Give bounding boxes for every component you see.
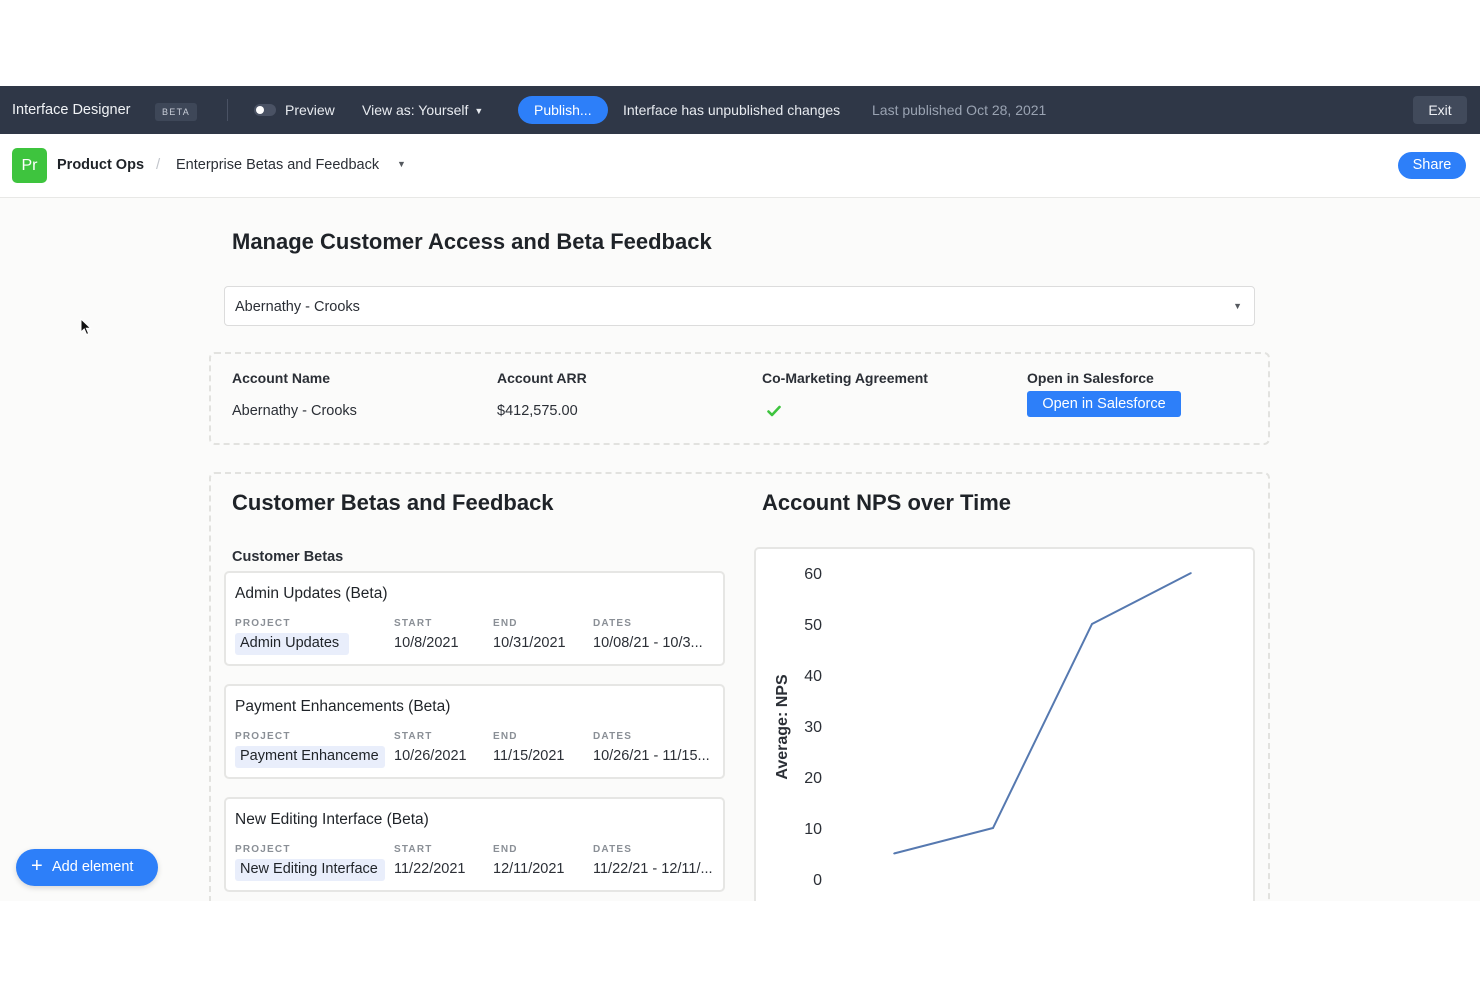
publish-button[interactable]: Publish... <box>518 96 608 124</box>
start-label: START <box>394 731 433 742</box>
start-value: 11/22/2021 <box>394 861 466 877</box>
beta-card-title: New Editing Interface (Beta) <box>235 811 429 828</box>
app-title: Interface Designer <box>12 102 131 118</box>
dates-value: 10/26/21 - 11/15... <box>593 748 710 764</box>
dates-value: 11/22/21 - 12/11/... <box>593 861 713 877</box>
beta-badge: BETA <box>155 103 198 121</box>
preview-label[interactable]: Preview <box>285 102 335 118</box>
dates-label: DATES <box>593 731 633 742</box>
betas-section-title: Customer Betas and Feedback <box>232 490 554 515</box>
customer-betas-label: Customer Betas <box>232 549 344 565</box>
nps-data-point <box>1091 623 1093 625</box>
project-label: PROJECT <box>235 844 291 855</box>
share-button[interactable]: Share <box>1398 152 1466 179</box>
end-value: 11/15/2021 <box>493 748 565 764</box>
end-label: END <box>493 844 518 855</box>
y-tick-label: 40 <box>804 668 822 685</box>
account-name-label: Account Name <box>232 370 331 386</box>
add-element-button[interactable]: + Add element <box>16 849 158 886</box>
record-selector-value: Abernathy - Crooks <box>235 299 360 315</box>
chevron-down-icon: ▼ <box>474 106 484 116</box>
breadcrumb-separator: / <box>156 156 161 173</box>
nps-data-point <box>992 827 994 829</box>
co-marketing-label: Co-Marketing Agreement <box>762 370 928 386</box>
start-value: 10/8/2021 <box>394 635 459 651</box>
nps-data-point <box>893 852 895 855</box>
nps-chart-svg: Average: NPS 0 10 20 30 40 50 60 <box>774 566 1192 889</box>
preview-toggle[interactable] <box>254 104 276 116</box>
start-label: START <box>394 618 433 629</box>
chevron-down-icon[interactable]: ▼ <box>397 159 406 169</box>
beta-card[interactable]: New Editing Interface (Beta) PROJECT STA… <box>224 797 725 892</box>
last-published-text: Last published Oct 28, 2021 <box>872 102 1047 118</box>
unpublished-status: Interface has unpublished changes <box>623 102 841 118</box>
y-tick-label: 60 <box>804 566 822 583</box>
dates-value: 10/08/21 - 10/3... <box>593 635 703 651</box>
chevron-down-icon: ▼ <box>1233 301 1242 311</box>
y-tick-label: 20 <box>804 770 822 787</box>
y-tick-label: 30 <box>804 719 822 736</box>
end-label: END <box>493 731 518 742</box>
account-arr-value: $412,575.00 <box>497 403 578 419</box>
open-in-salesforce-label: Open in Salesforce <box>1027 370 1154 386</box>
view-as-label: View as: Yourself <box>362 102 469 118</box>
plus-icon: + <box>31 855 43 877</box>
page-title: Manage Customer Access and Beta Feedback <box>232 229 712 254</box>
add-element-label: Add element <box>52 859 134 875</box>
start-label: START <box>394 844 433 855</box>
interface-name-dropdown[interactable]: Enterprise Betas and Feedback <box>176 157 379 173</box>
project-chip: Admin Updates <box>235 633 349 655</box>
nps-chart: Average: NPS 0 10 20 30 40 50 60 <box>754 547 1255 901</box>
end-value: 10/31/2021 <box>493 635 566 651</box>
project-chip: New Editing Interface <box>235 859 385 881</box>
app-frame: Interface Designer BETA Preview View as:… <box>0 86 1480 901</box>
end-value: 12/11/2021 <box>493 861 565 877</box>
nps-series-line <box>893 572 1192 855</box>
designer-toolbar: Interface Designer BETA Preview View as:… <box>0 86 1480 134</box>
nps-section-title: Account NPS over Time <box>762 490 1011 515</box>
toolbar-divider <box>227 99 228 121</box>
checkmark-icon <box>767 405 781 417</box>
y-tick-label: 10 <box>804 821 822 838</box>
account-name-value: Abernathy - Crooks <box>232 403 357 419</box>
dates-label: DATES <box>593 618 633 629</box>
project-chip: Payment Enhanceme <box>235 746 385 768</box>
nps-data-point <box>1190 572 1192 574</box>
beta-card-title: Payment Enhancements (Beta) <box>235 698 451 715</box>
mouse-cursor-icon <box>80 318 92 336</box>
account-arr-label: Account ARR <box>497 370 587 386</box>
project-label: PROJECT <box>235 731 291 742</box>
start-value: 10/26/2021 <box>394 748 467 764</box>
end-label: END <box>493 618 518 629</box>
y-tick-label: 0 <box>813 872 822 889</box>
base-icon[interactable]: Pr <box>12 148 47 183</box>
record-selector[interactable]: Abernathy - Crooks ▼ <box>224 286 1255 326</box>
base-name-link[interactable]: Product Ops <box>57 157 144 173</box>
y-axis-label: Average: NPS <box>774 674 791 780</box>
interface-header: Pr Product Ops / Enterprise Betas and Fe… <box>0 134 1480 198</box>
dates-label: DATES <box>593 844 633 855</box>
view-as-dropdown[interactable]: View as: Yourself ▼ <box>362 102 483 118</box>
beta-card-title: Admin Updates (Beta) <box>235 585 388 602</box>
beta-card[interactable]: Admin Updates (Beta) PROJECT START END D… <box>224 571 725 666</box>
open-in-salesforce-button[interactable]: Open in Salesforce <box>1027 391 1181 417</box>
y-tick-label: 50 <box>804 617 822 634</box>
beta-card[interactable]: Payment Enhancements (Beta) PROJECT STAR… <box>224 684 725 779</box>
project-label: PROJECT <box>235 618 291 629</box>
exit-button[interactable]: Exit <box>1413 96 1467 124</box>
